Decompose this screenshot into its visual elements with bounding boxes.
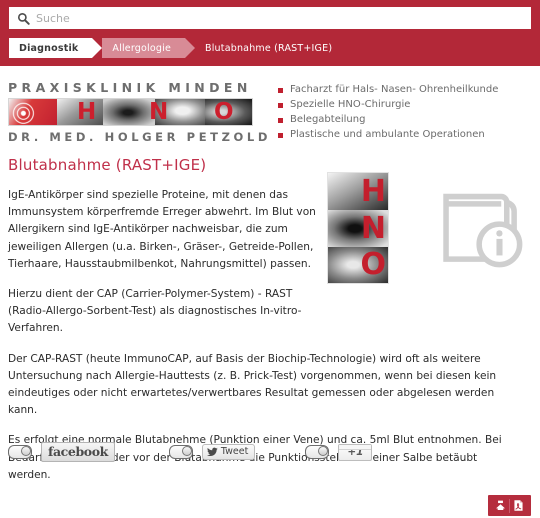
breadcrumb-label: Allergologie — [112, 42, 171, 54]
social-facebook[interactable]: facebook — [8, 442, 115, 462]
main-content: Blutabnahme (RAST+IGE) H N O IgE-Antikör… — [0, 144, 540, 484]
tweet-button[interactable]: Tweet — [201, 444, 256, 460]
content-text-column: IgE-Antikörper sind spezielle Proteine, … — [8, 187, 326, 338]
hno-photo-collage: H N O — [327, 172, 389, 284]
claim-label: Facharzt für Hals- Nasen- Ohrenheilkunde — [290, 84, 499, 95]
search-bar[interactable] — [9, 7, 531, 29]
search-input[interactable] — [36, 10, 523, 26]
print-button[interactable] — [492, 498, 509, 513]
breadcrumb-item-diagnostik[interactable]: Diagnostik — [9, 38, 103, 58]
logo[interactable]: PRAXISKLINIK MINDEN H N O DR. MED. HOLGE… — [8, 80, 272, 144]
paragraph-1: IgE-Antikörper sind spezielle Proteine, … — [8, 189, 316, 270]
logo-line-top: PRAXISKLINIK MINDEN — [8, 80, 252, 95]
site-header: PRAXISKLINIK MINDEN H N O DR. MED. HOLGE… — [0, 66, 540, 144]
tweet-label: Tweet — [220, 446, 249, 457]
photo-letter-h: H — [360, 174, 386, 209]
claim-label: Spezielle HNO-Chirurgie — [290, 99, 411, 110]
claim-label: Plastische und ambulante Operationen — [290, 129, 485, 140]
claim-item: Spezielle HNO-Chirurgie — [278, 99, 532, 110]
googleplus-toggle-switch[interactable] — [305, 445, 330, 459]
twitter-bird-icon — [206, 447, 218, 456]
print-icon — [496, 500, 505, 511]
logo-image-strip: H N O — [8, 98, 253, 126]
bullet-square-icon — [278, 133, 283, 138]
book-info-icon — [443, 193, 523, 268]
logo-photo-cochlea — [9, 99, 57, 125]
breadcrumb-label: Diagnostik — [19, 42, 79, 54]
bullet-square-icon — [278, 118, 283, 123]
photo-letter-n: N — [360, 211, 386, 246]
twitter-toggle-switch[interactable] — [168, 445, 193, 459]
logo-letter-n: N — [149, 99, 169, 125]
claim-item: Belegabteilung — [278, 114, 532, 125]
paragraph-2: Hierzu dient der CAP (Carrier-Polymer-Sy… — [8, 288, 302, 335]
social-twitter[interactable]: Tweet — [168, 444, 256, 460]
photo-letter-o: O — [360, 247, 386, 282]
logo-letter-h: H — [77, 99, 97, 125]
bullet-square-icon — [278, 103, 283, 108]
bullet-square-icon — [278, 88, 283, 93]
content-figure: H N O — [327, 172, 527, 284]
facebook-button[interactable]: facebook — [41, 442, 115, 462]
social-googleplus[interactable]: +1 — [305, 443, 373, 461]
pdf-button[interactable] — [510, 498, 527, 513]
page-tools — [488, 495, 531, 516]
plusone-button[interactable]: +1 — [338, 443, 373, 461]
social-share-row: facebook Tweet +1 — [8, 442, 373, 462]
breadcrumb: Diagnostik Allergologie Blutabnahme (RAS… — [9, 38, 531, 58]
claims-list: Facharzt für Hals- Nasen- Ohrenheilkunde… — [278, 80, 532, 144]
facebook-toggle-switch[interactable] — [8, 445, 32, 459]
paragraph-3: Der CAP-RAST (heute ImmunoCAP, auf Basis… — [8, 352, 497, 417]
logo-line-bottom: DR. MED. HOLGER PETZOLD — [8, 130, 272, 144]
pdf-icon — [514, 500, 523, 511]
logo-photo-nose — [103, 99, 155, 125]
claim-label: Belegabteilung — [290, 114, 366, 125]
claim-item: Plastische und ambulante Operationen — [278, 129, 532, 140]
breadcrumb-item-current: Blutabnahme (RAST+IGE) — [205, 38, 332, 58]
logo-letter-o: O — [214, 99, 234, 125]
claim-item: Facharzt für Hals- Nasen- Ohrenheilkunde — [278, 84, 532, 95]
breadcrumb-label: Blutabnahme (RAST+IGE) — [205, 42, 333, 54]
breadcrumb-item-allergologie[interactable]: Allergologie — [102, 38, 195, 58]
search-icon — [17, 12, 30, 25]
top-banner: Diagnostik Allergologie Blutabnahme (RAS… — [0, 0, 540, 66]
